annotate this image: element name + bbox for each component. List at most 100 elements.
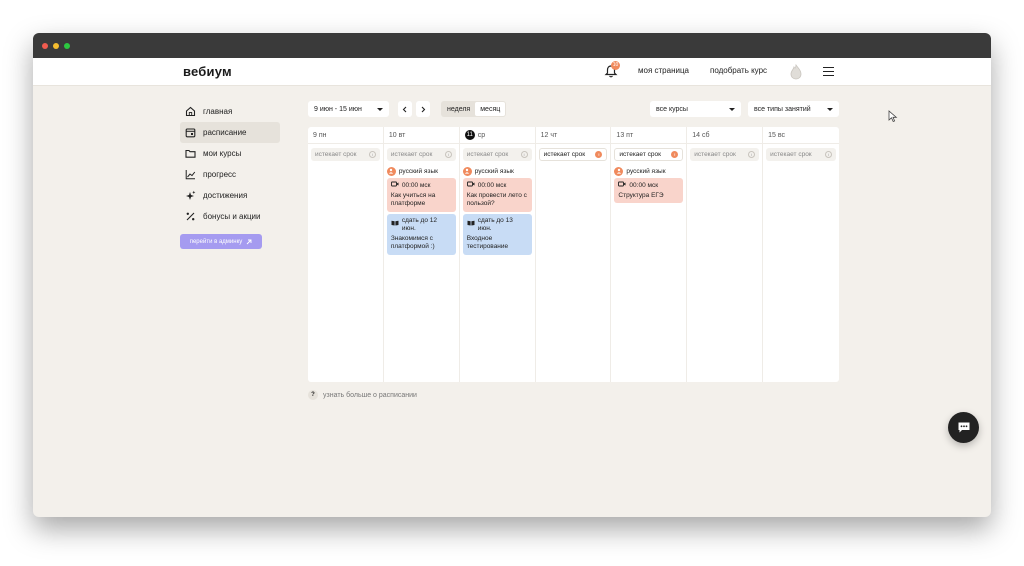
- sidebar: главная расписание мои курсы прогресс до…: [180, 101, 280, 249]
- week-range-dropdown[interactable]: 9 июн - 15 июн: [308, 101, 389, 117]
- info-icon: i: [444, 151, 452, 158]
- live-lesson-card[interactable]: 00:00 мск Структура ЕГЭ: [614, 178, 684, 203]
- week-calendar: 9 пн истекает срок i 10 вт истекает срок i рус…: [308, 127, 839, 382]
- homework-card[interactable]: сдать до 12 июн. Знакомимся с платформой …: [386, 213, 456, 255]
- sidebar-item-achievements[interactable]: достижения: [180, 185, 280, 206]
- sidebar-item-my-courses[interactable]: мои курсы: [180, 143, 280, 164]
- deadline-label: истекает срок: [315, 151, 357, 158]
- home-icon: [184, 106, 196, 118]
- deadline-pill[interactable]: истекает срок!: [614, 148, 684, 161]
- day-name: ср: [477, 131, 486, 139]
- day-header: 15 вс: [763, 127, 839, 144]
- sidebar-item-progress[interactable]: прогресс: [180, 164, 280, 185]
- next-week-button[interactable]: [416, 101, 430, 117]
- day-number: 13: [616, 131, 625, 139]
- top-navigation: вебиум 10 моя страница подобрать курс: [33, 58, 991, 86]
- day-column: 14 сб истекает срок i: [687, 127, 764, 382]
- question-icon: ?: [308, 390, 318, 400]
- pick-course-link[interactable]: подобрать курс: [710, 66, 767, 75]
- lesson-time: сдать до 12 июн.: [401, 216, 437, 233]
- sidebar-item-label: бонусы и акции: [203, 212, 261, 221]
- lesson-title: Структура ЕГЭ: [618, 191, 664, 199]
- schedule-help-link[interactable]: ? узнать больше о расписании: [308, 390, 417, 400]
- day-header: 9 пн: [308, 127, 383, 144]
- sidebar-item-label: главная: [203, 107, 233, 116]
- arrow-up-right-icon: [246, 239, 252, 244]
- course-user-icon: [614, 166, 624, 176]
- sidebar-item-home[interactable]: главная: [180, 101, 280, 122]
- day-header: 10 вт: [383, 127, 459, 144]
- chart-icon: [184, 169, 196, 181]
- close-window-button[interactable]: [42, 42, 48, 49]
- course-label: русский язык: [614, 166, 683, 176]
- deadline-pill[interactable]: истекает срок i: [462, 148, 532, 161]
- deadline-pill[interactable]: истекает срок i: [311, 148, 380, 161]
- lesson-meta: 00:00 мск: [618, 181, 679, 191]
- courses-filter-dropdown[interactable]: все курсы: [650, 101, 741, 117]
- hamburger-menu-icon[interactable]: [823, 67, 834, 76]
- lesson-types-filter-value: все типы занятий: [754, 105, 811, 113]
- view-toggle: неделя месяц: [441, 101, 507, 117]
- live-lesson-card[interactable]: 00:00 мск Как провести лето с пользой?: [462, 178, 532, 212]
- go-to-admin-button[interactable]: перейти в админку: [180, 234, 262, 249]
- prev-week-button[interactable]: [398, 101, 412, 117]
- day-column: 11 ср истекает срок i русский язык 00:00 мск К…: [459, 127, 536, 382]
- day-name: вс: [777, 131, 786, 139]
- deadline-pill[interactable]: истекает срок i: [766, 148, 836, 161]
- go-to-admin-label: перейти в админку: [189, 238, 243, 245]
- lesson-title: Как провести лето с пользой?: [466, 191, 527, 208]
- brand-logo[interactable]: вебиум: [183, 64, 232, 79]
- my-page-link[interactable]: моя страница: [638, 66, 689, 75]
- day-column: 12 чт истекает срок!: [535, 127, 612, 382]
- view-month-tab[interactable]: месяц: [475, 102, 506, 116]
- minimize-window-button[interactable]: [53, 42, 59, 49]
- live-lesson-card[interactable]: 00:00 мск Как учиться на платформе: [386, 178, 456, 212]
- day-header: 13 пт: [611, 127, 687, 144]
- day-header: 11 ср: [459, 127, 535, 144]
- chevron-down-icon: [729, 107, 735, 111]
- flame-avatar-icon[interactable]: [789, 64, 803, 80]
- lesson-types-filter-dropdown[interactable]: все типы занятий: [748, 101, 839, 117]
- book-icon: [467, 220, 475, 230]
- day-number: 14: [692, 131, 701, 139]
- lesson-meta: сдать до 13 июн.: [467, 217, 528, 234]
- schedule-help-text: узнать больше о расписании: [323, 391, 417, 399]
- book-icon: [391, 220, 399, 230]
- schedule-toolbar: 9 июн - 15 июн неделя месяц все курсы вс…: [308, 100, 839, 118]
- day-column: 9 пн истекает срок i: [308, 127, 384, 382]
- calendar-icon: [184, 127, 196, 139]
- deadline-label: истекает срок: [770, 151, 812, 158]
- deadline-pill[interactable]: истекает срок i: [690, 148, 760, 161]
- homework-card[interactable]: сдать до 13 июн. Входное тестирование: [462, 213, 532, 255]
- alert-icon: !: [595, 151, 603, 158]
- video-camera-icon: [618, 181, 626, 191]
- view-week-tab[interactable]: неделя: [442, 102, 475, 116]
- day-column: 10 вт истекает срок i русский язык 00:00 мск…: [383, 127, 460, 382]
- percent-icon: [184, 211, 196, 223]
- browser-window: вебиум 10 моя страница подобрать курс гл…: [33, 33, 991, 517]
- mouse-cursor-icon: [888, 110, 898, 123]
- day-header: 12 чт: [535, 127, 611, 144]
- sparkle-icon: [184, 190, 196, 202]
- lesson-meta: сдать до 12 июн.: [391, 217, 452, 234]
- maximize-window-button[interactable]: [64, 42, 70, 49]
- info-icon: i: [824, 151, 832, 158]
- sidebar-item-bonuses[interactable]: бонусы и акции: [180, 206, 280, 227]
- day-name: пт: [626, 131, 634, 139]
- course-user-icon: [462, 166, 472, 176]
- today-day-number: 11: [464, 130, 475, 140]
- deadline-label: истекает срок: [543, 151, 586, 158]
- info-icon: i: [368, 151, 376, 158]
- deadline-pill[interactable]: истекает срок i: [386, 148, 456, 161]
- lesson-time: 00:00 мск: [401, 181, 431, 189]
- day-column: 13 пт истекает срок! русский язык 00:00 мск…: [611, 127, 688, 382]
- day-name: сб: [702, 131, 710, 139]
- alert-icon: !: [671, 151, 679, 158]
- deadline-pill[interactable]: истекает срок!: [538, 148, 608, 161]
- sidebar-item-schedule[interactable]: расписание: [180, 122, 280, 143]
- deadline-label: истекает срок: [694, 151, 736, 158]
- deadline-label: истекает срок: [466, 151, 509, 158]
- deadline-label: истекает срок: [619, 151, 661, 158]
- chat-button[interactable]: [948, 412, 979, 443]
- lesson-time: 00:00 мск: [477, 181, 507, 189]
